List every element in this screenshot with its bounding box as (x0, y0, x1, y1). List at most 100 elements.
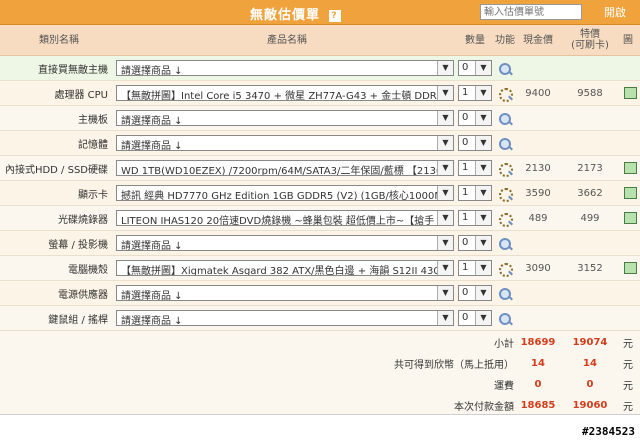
table-row: 電源供應器 請選擇商品 ↓ ▼ 0 ▼ (0, 281, 640, 306)
table-row: 直接買無敵主機 請選擇商品 ↓ ▼ 0 ▼ (0, 56, 640, 81)
open-button[interactable]: 開啟 (604, 4, 626, 20)
row-label: 顯示卡 (78, 189, 108, 201)
quantity-select[interactable]: 0 ▼ (458, 135, 492, 151)
table-row: 主機板 請選擇商品 ↓ ▼ 0 ▼ (0, 106, 640, 131)
quantity-select[interactable]: 0 ▼ (458, 60, 492, 76)
image-icon[interactable] (624, 87, 637, 99)
chevron-down-icon[interactable]: ▼ (475, 236, 491, 250)
image-icon[interactable] (624, 162, 637, 174)
product-select[interactable]: 請選擇商品 ↓ ▼ (116, 60, 454, 76)
row-label: 電腦機殼 (68, 264, 108, 276)
cash-price: 3590 (525, 187, 551, 199)
product-select[interactable]: 請選擇商品 ↓ ▼ (116, 285, 454, 301)
summary-cash: 18699 (520, 336, 556, 348)
product-select[interactable]: WD 1TB(WD10EZEX) /7200rpm/64M/SATA3/二年保固… (116, 160, 454, 176)
chevron-down-icon[interactable]: ▼ (437, 261, 453, 275)
summary-unit: 元 (623, 338, 633, 350)
quote-number-input[interactable] (480, 4, 582, 20)
chevron-down-icon[interactable]: ▼ (475, 261, 491, 275)
gear-icon[interactable] (498, 212, 513, 227)
product-select-value: 撼訊 經典 HD7770 GHz Edition 1GB GDDR5 (V2) … (121, 191, 443, 201)
product-select[interactable]: 請選擇商品 ↓ ▼ (116, 110, 454, 126)
gear-icon[interactable] (498, 187, 513, 202)
search-icon[interactable] (498, 287, 513, 301)
summary-cash: 18685 (520, 399, 556, 411)
summary-unit: 元 (623, 401, 633, 413)
chevron-down-icon[interactable]: ▼ (437, 136, 453, 150)
chevron-down-icon[interactable]: ▼ (475, 111, 491, 125)
row-label: 光碟燒錄器 (58, 214, 108, 226)
chevron-down-icon[interactable]: ▼ (475, 286, 491, 300)
image-icon[interactable] (624, 262, 637, 274)
quantity-select[interactable]: 1 ▼ (458, 260, 492, 276)
product-select-value: 請選擇商品 ↓ (121, 316, 183, 326)
chevron-down-icon[interactable]: ▼ (437, 286, 453, 300)
product-select[interactable]: 請選擇商品 ↓ ▼ (116, 235, 454, 251)
chevron-down-icon[interactable]: ▼ (437, 86, 453, 100)
summary-row: 共可得到欣幣（馬上抵用） 14 14 元 (0, 352, 640, 375)
quantity-select[interactable]: 1 ▼ (458, 85, 492, 101)
product-select-value: 【無敵拼圖】Intel Core i5 3470 + 微星 ZH77A-G43 … (121, 91, 447, 101)
product-select[interactable]: 請選擇商品 ↓ ▼ (116, 135, 454, 151)
chevron-down-icon[interactable]: ▼ (437, 161, 453, 175)
table-row: 光碟燒錄器 LITEON IHAS120 20倍速DVD燒錄機 ~蜂巢包裝 超低… (0, 206, 640, 231)
quantity-select[interactable]: 0 ▼ (458, 110, 492, 126)
search-icon[interactable] (498, 312, 513, 326)
chevron-down-icon[interactable]: ▼ (475, 86, 491, 100)
product-select[interactable]: 撼訊 經典 HD7770 GHz Edition 1GB GDDR5 (V2) … (116, 185, 454, 201)
quantity-select[interactable]: 0 ▼ (458, 310, 492, 326)
chevron-down-icon[interactable]: ▼ (437, 236, 453, 250)
chevron-down-icon[interactable]: ▼ (475, 136, 491, 150)
page-title-text: 無敵估價單 (250, 8, 321, 23)
gear-icon[interactable] (498, 87, 513, 102)
row-label: 記憶體 (78, 139, 108, 151)
quantity-select[interactable]: 0 ▼ (458, 235, 492, 251)
search-icon[interactable] (498, 112, 513, 126)
header-cash: 現金價 (523, 34, 553, 46)
quantity-select[interactable]: 1 ▼ (458, 210, 492, 226)
table-row: 處理器 CPU 【無敵拼圖】Intel Core i5 3470 + 微星 ZH… (0, 81, 640, 106)
gear-icon[interactable] (498, 162, 513, 177)
bottom-area: #2384523 (0, 414, 640, 440)
quantity-select[interactable]: 1 ▼ (458, 160, 492, 176)
special-price: 3152 (577, 262, 603, 274)
help-icon[interactable]: ? (328, 9, 341, 22)
product-select[interactable]: LITEON IHAS120 20倍速DVD燒錄機 ~蜂巢包裝 超低價上市~【搶… (116, 210, 454, 226)
image-icon[interactable] (624, 212, 637, 224)
summary-label: 運費 (494, 380, 514, 392)
cash-price: 3090 (525, 262, 551, 274)
chevron-down-icon[interactable]: ▼ (475, 161, 491, 175)
header-category: 類別名稱 (39, 34, 79, 46)
quantity-select[interactable]: 0 ▼ (458, 285, 492, 301)
chevron-down-icon[interactable]: ▼ (437, 186, 453, 200)
titlebar: 無敵估價單 ? 開啟 (0, 0, 640, 25)
product-select[interactable]: 請選擇商品 ↓ ▼ (116, 310, 454, 326)
summary-special: 0 (586, 378, 594, 390)
product-select[interactable]: 【無敵拼圖】Xigmatek Asgard 382 ATX/黑色白邊 + 海韻 … (116, 260, 454, 276)
row-label: 內接式HDD / SSD硬碟 (4, 164, 108, 176)
chevron-down-icon[interactable]: ▼ (475, 211, 491, 225)
chevron-down-icon[interactable]: ▼ (475, 186, 491, 200)
summary-special: 19060 (572, 399, 608, 411)
chevron-down-icon[interactable]: ▼ (475, 311, 491, 325)
special-price (568, 306, 612, 330)
search-icon[interactable] (498, 137, 513, 151)
chevron-down-icon[interactable]: ▼ (437, 311, 453, 325)
chevron-down-icon[interactable]: ▼ (437, 211, 453, 225)
quantity-select[interactable]: 1 ▼ (458, 185, 492, 201)
gear-icon[interactable] (498, 262, 513, 277)
chevron-down-icon[interactable]: ▼ (437, 61, 453, 75)
quantity-value: 0 (462, 62, 469, 73)
special-price (568, 131, 612, 155)
product-select[interactable]: 【無敵拼圖】Intel Core i5 3470 + 微星 ZH77A-G43 … (116, 85, 454, 101)
special-price: 499 (580, 212, 600, 224)
image-icon[interactable] (624, 187, 637, 199)
special-price (568, 281, 612, 305)
table-row: 顯示卡 撼訊 經典 HD7770 GHz Edition 1GB GDDR5 (… (0, 181, 640, 206)
search-icon[interactable] (498, 62, 513, 76)
chevron-down-icon[interactable]: ▼ (437, 111, 453, 125)
summary-unit: 元 (623, 380, 633, 392)
search-icon[interactable] (498, 237, 513, 251)
quantity-value: 0 (462, 112, 469, 123)
chevron-down-icon[interactable]: ▼ (475, 61, 491, 75)
